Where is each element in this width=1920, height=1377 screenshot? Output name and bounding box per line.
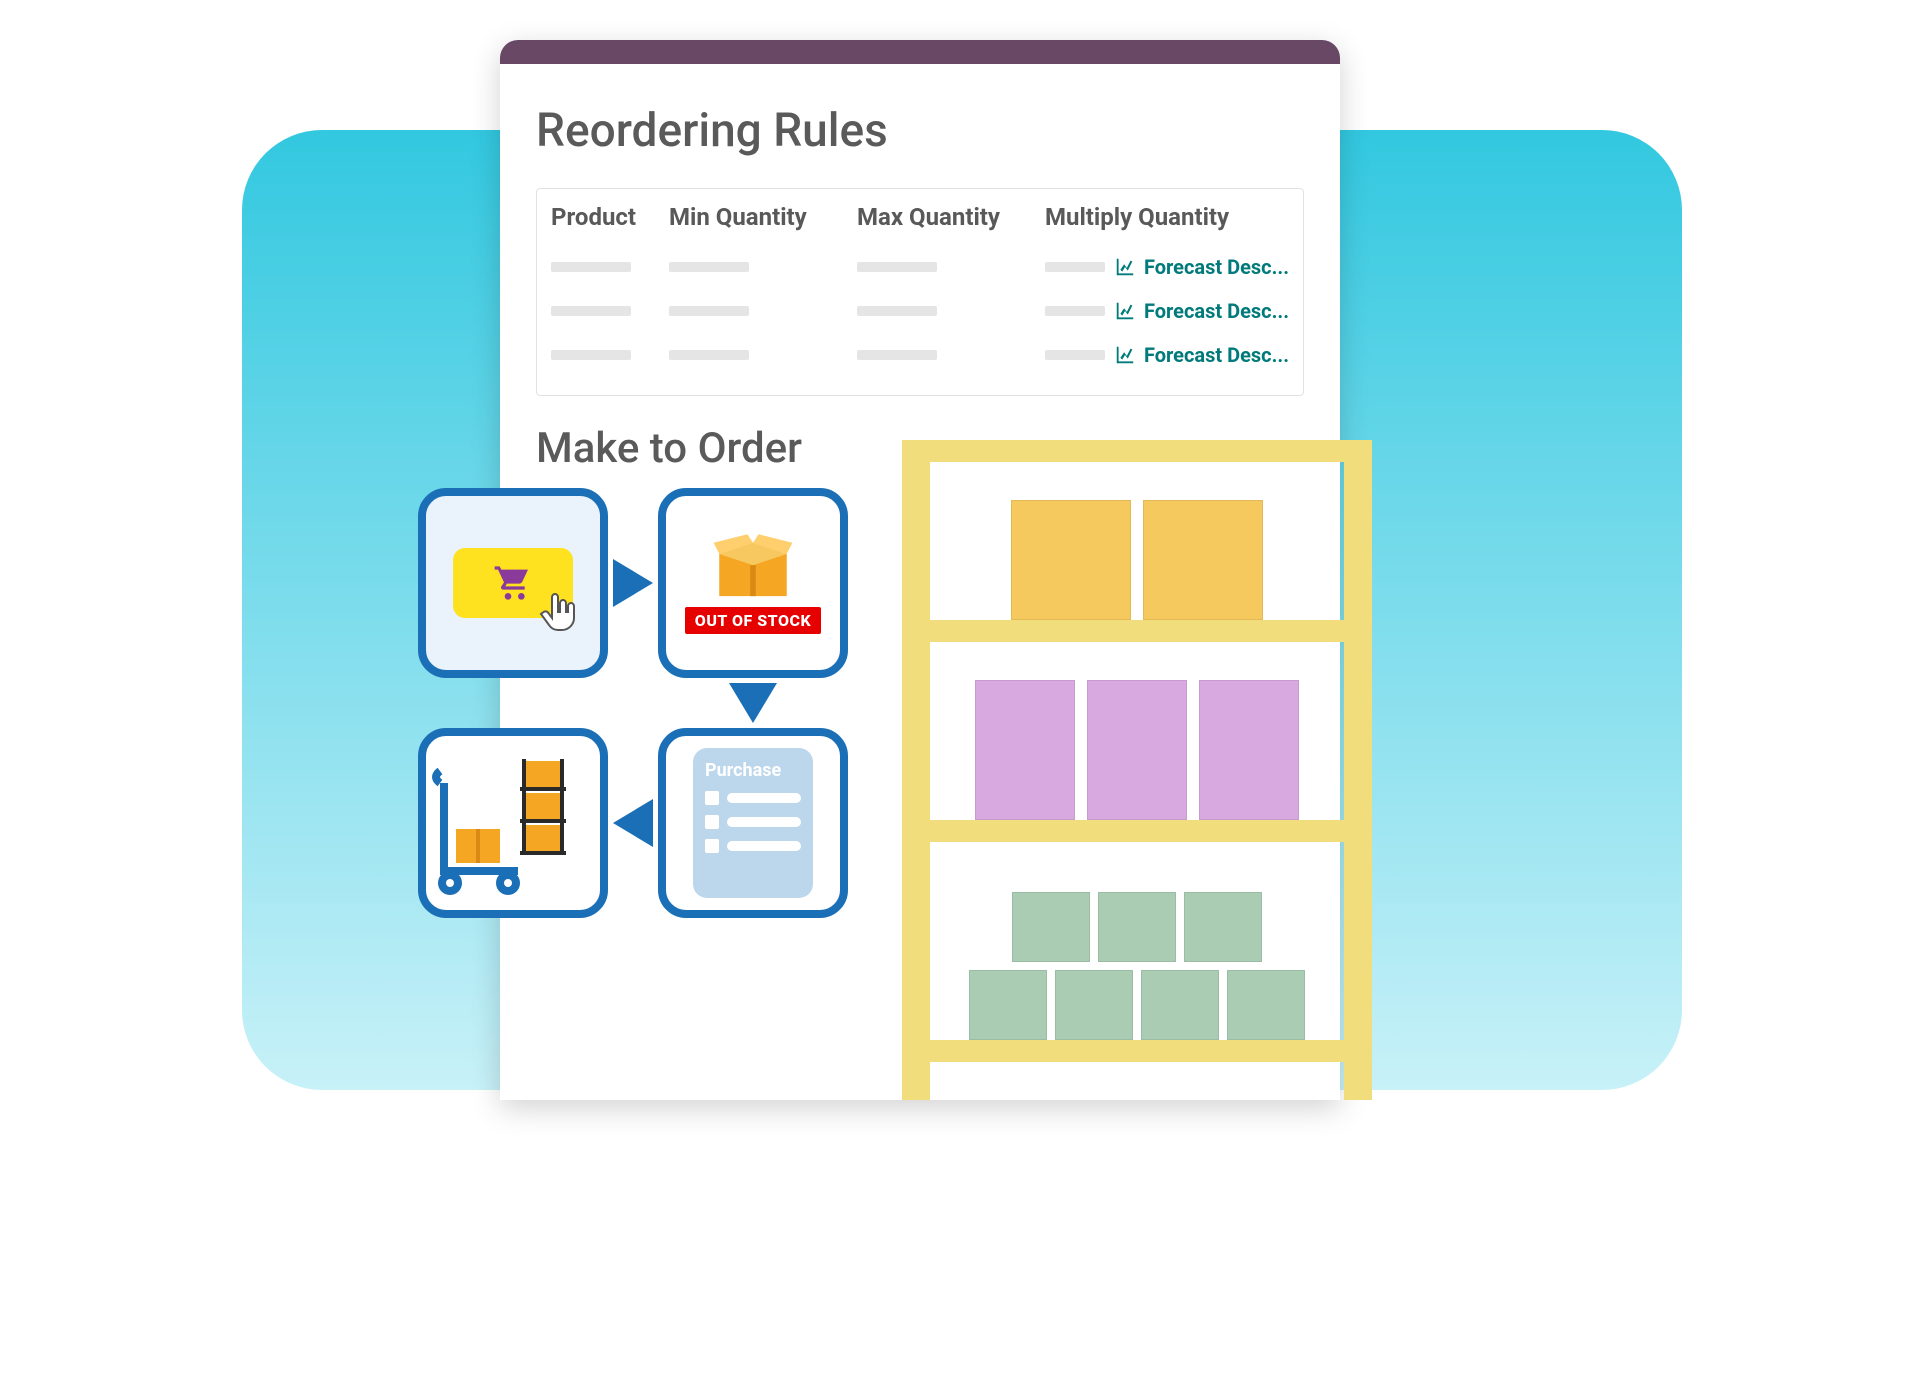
add-to-cart-button (453, 548, 573, 618)
box-green (969, 970, 1047, 1040)
arrow-left-icon (613, 799, 653, 847)
col-product: Product (551, 203, 661, 231)
box-green (1055, 970, 1133, 1040)
box-green (1012, 892, 1090, 962)
purchase-order-card: Purchase (693, 748, 813, 898)
table-row: Forecast Desc... (551, 333, 1289, 377)
forecast-description-link[interactable]: Forecast Desc... (1114, 343, 1289, 367)
table-header: Product Min Quantity Max Quantity Multip… (551, 203, 1289, 245)
table-row: Forecast Desc... (551, 289, 1289, 333)
box-purple (1087, 680, 1187, 820)
shelf-board (902, 440, 1372, 462)
flow-step-add-to-cart (418, 488, 608, 678)
shelf-post (1344, 440, 1372, 1100)
cell-placeholder (857, 262, 937, 272)
cell-placeholder (669, 262, 749, 272)
reordering-rules-table: Product Min Quantity Max Quantity Multip… (536, 188, 1304, 396)
cell-placeholder (551, 350, 631, 360)
cell-placeholder (669, 350, 749, 360)
flow-step-purchase-order: Purchase (658, 728, 848, 918)
chart-area-icon (1114, 344, 1136, 366)
purchase-order-title: Purchase (705, 760, 801, 781)
shelf-post (902, 440, 930, 1100)
col-min-quantity: Min Quantity (669, 203, 849, 231)
page-title: Reordering Rules (536, 104, 1304, 158)
cell-placeholder (857, 350, 937, 360)
cell-placeholder (551, 262, 631, 272)
shelf-board (902, 620, 1372, 642)
box-yellow (1011, 500, 1131, 620)
forecast-description-link[interactable]: Forecast Desc... (1114, 299, 1289, 323)
box-yellow (1143, 500, 1263, 620)
table-row: Forecast Desc... (551, 245, 1289, 289)
box-green (1184, 892, 1262, 962)
make-to-order-flow: OUT OF STOCK (418, 488, 858, 918)
cell-placeholder (1045, 350, 1105, 360)
box-purple (975, 680, 1075, 820)
arrow-down-icon (729, 683, 777, 723)
box-green (1141, 970, 1219, 1040)
cell-placeholder (857, 306, 937, 316)
forecast-description-link[interactable]: Forecast Desc... (1114, 255, 1289, 279)
shelf-row-top (930, 490, 1344, 620)
open-box-icon (708, 533, 798, 603)
chart-area-icon (1114, 256, 1136, 278)
flow-step-out-of-stock: OUT OF STOCK (658, 488, 848, 678)
cell-placeholder (1045, 306, 1105, 316)
dolly-with-boxes-icon (428, 743, 598, 903)
shelf-board (902, 820, 1372, 842)
box-green (1098, 892, 1176, 962)
cell-placeholder (1045, 262, 1105, 272)
shelf-board (902, 1040, 1372, 1062)
box-purple (1199, 680, 1299, 820)
arrow-right-icon (613, 559, 653, 607)
shopping-cart-icon (490, 563, 536, 603)
shelf-row-bottom (930, 870, 1344, 1040)
chart-area-icon (1114, 300, 1136, 322)
out-of-stock-badge: OUT OF STOCK (685, 607, 821, 634)
flow-step-receive-stock (418, 728, 608, 918)
box-green (1227, 970, 1305, 1040)
warehouse-shelf-illustration (902, 440, 1372, 1100)
shelf-row-middle (930, 670, 1344, 820)
col-multiply-quantity: Multiply Quantity (1045, 203, 1265, 231)
cell-placeholder (551, 306, 631, 316)
cell-placeholder (669, 306, 749, 316)
col-max-quantity: Max Quantity (857, 203, 1037, 231)
pointer-hand-icon (535, 590, 583, 638)
